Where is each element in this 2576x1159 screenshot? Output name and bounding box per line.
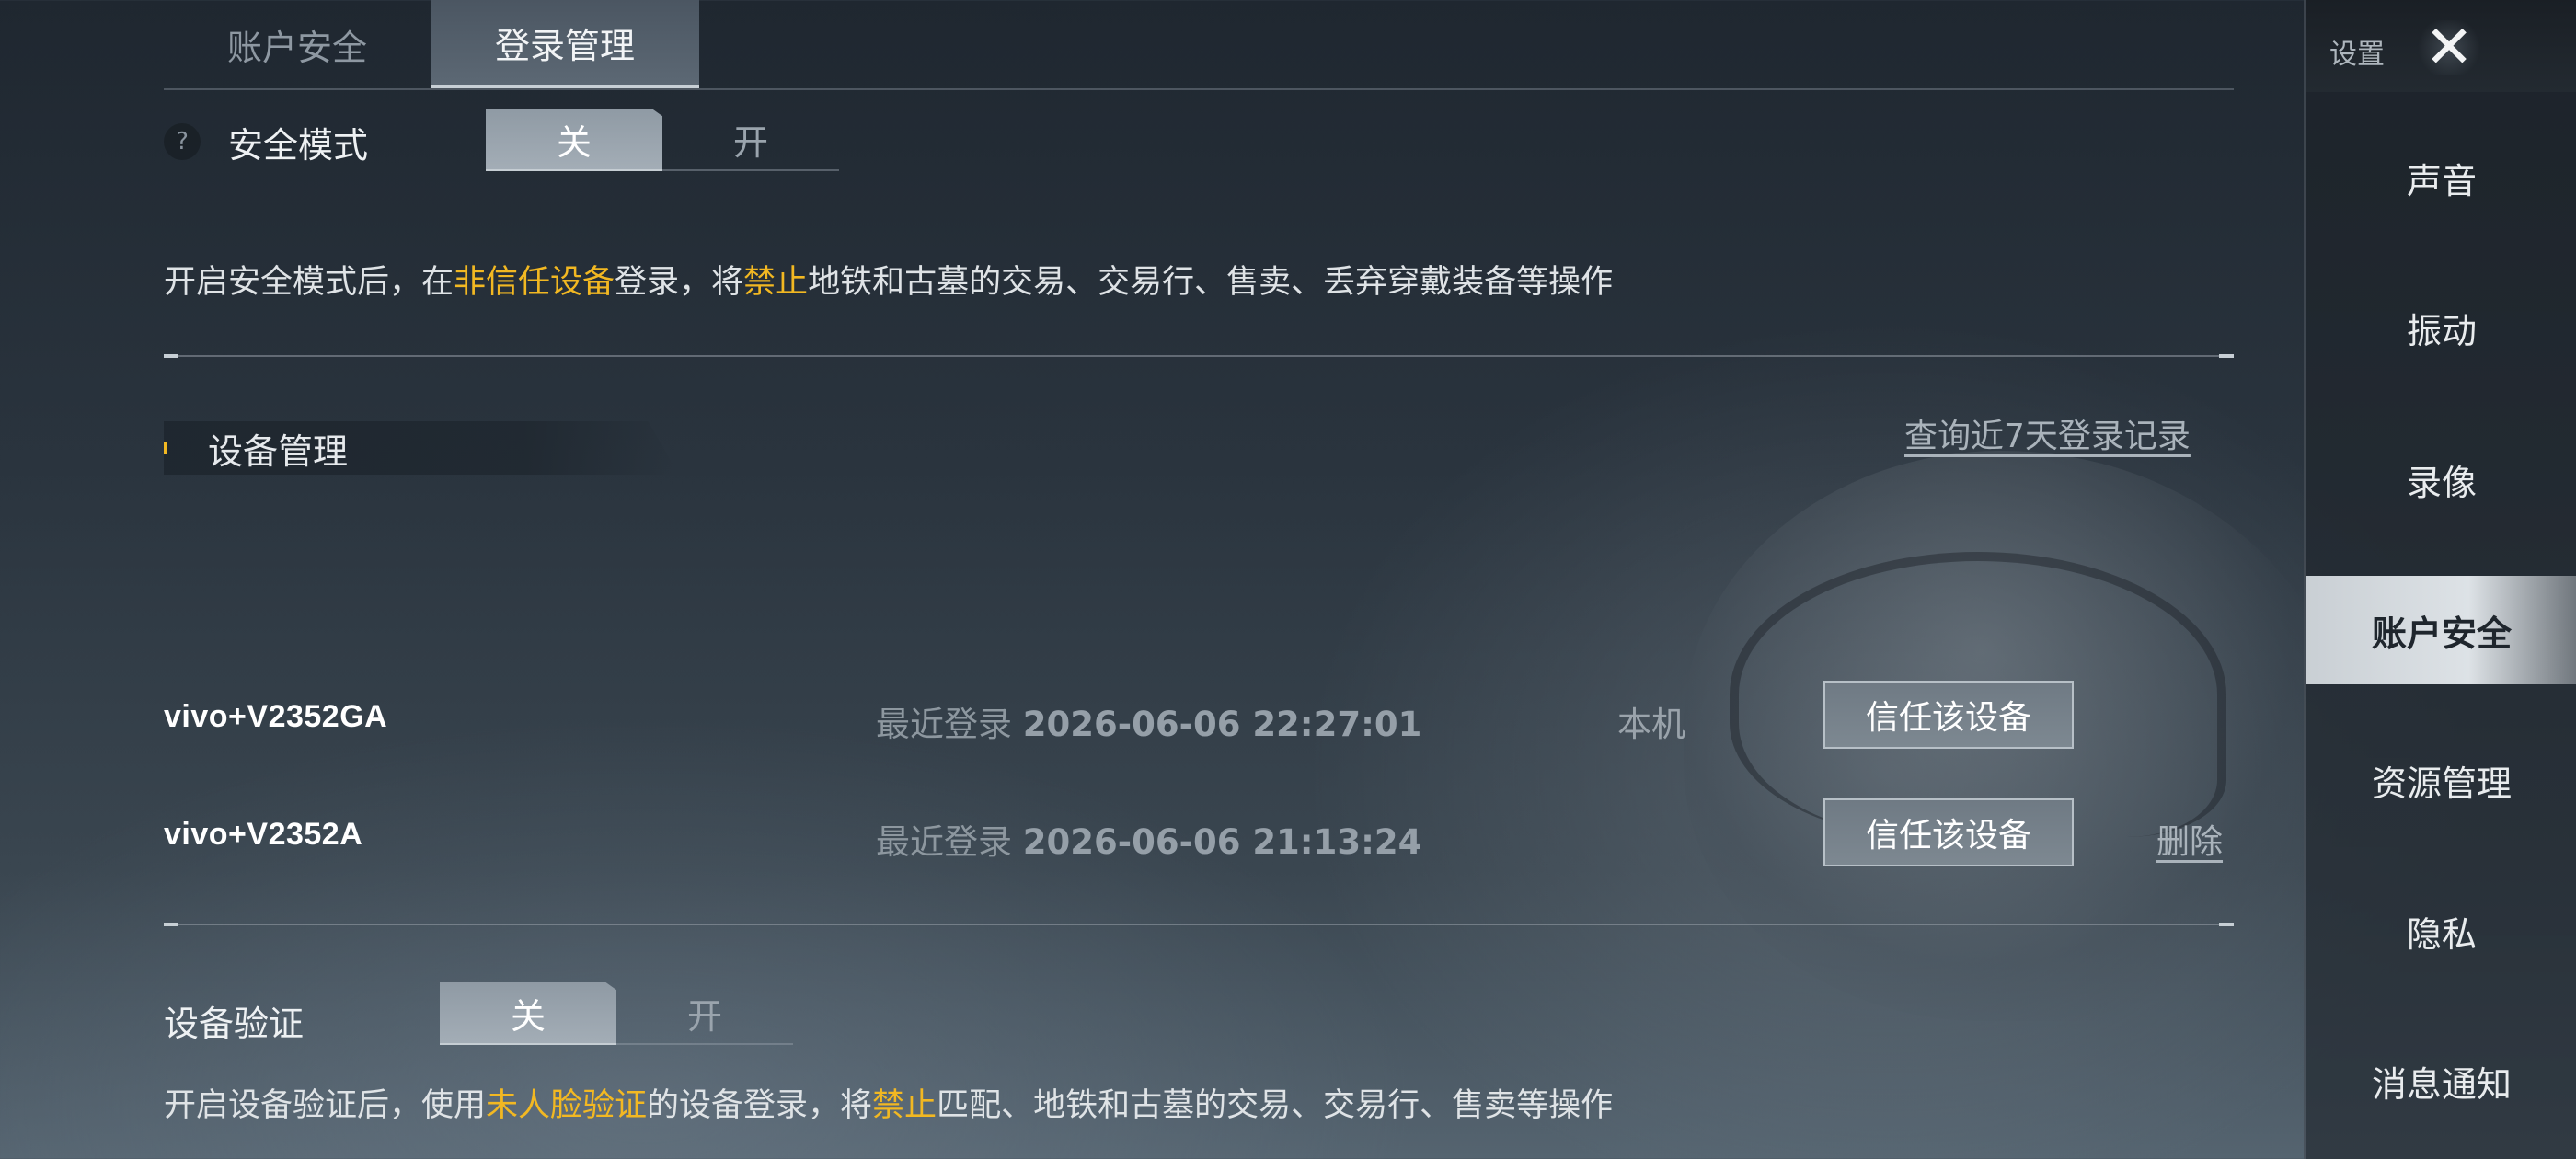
- device-verify-off-option[interactable]: 关: [440, 982, 616, 1045]
- device-verify-toggle: 关 开: [440, 982, 793, 1045]
- last-login-label: 最近登录: [876, 705, 1012, 744]
- device-name: vivo+V2352GA: [164, 699, 388, 734]
- device-verify-on-option[interactable]: 开: [616, 982, 793, 1045]
- help-icon[interactable]: ?: [164, 123, 201, 160]
- tab-login-management[interactable]: 登录管理: [431, 0, 699, 88]
- desc-text: 地铁和古墓的交易、交易行、售卖、丢弃穿戴装备等操作: [808, 264, 1614, 301]
- device-verify-label: 设备验证: [164, 1004, 305, 1044]
- desc-text: 登录，将: [615, 264, 744, 301]
- safe-mode-toggle: 关 开: [486, 109, 839, 171]
- desc-text: 匹配、地铁和古墓的交易、交易行、售卖等操作: [937, 1087, 1614, 1124]
- device-last-login: 最近登录 2026-06-06 21:13:24: [876, 814, 1421, 864]
- section-divider: [164, 923, 2234, 926]
- trust-device-button[interactable]: 信任该设备: [1823, 681, 2074, 749]
- section-marker: [164, 442, 167, 454]
- sidebar-item-resource-management[interactable]: 资源管理: [2306, 726, 2576, 834]
- safe-mode-row: ? 安全模式: [164, 109, 368, 175]
- sidebar-header: 设置 ✕: [2306, 0, 2576, 92]
- device-management-header: 设备管理: [164, 421, 679, 475]
- device-last-login: 最近登录 2026-06-06 22:27:01: [876, 696, 1421, 746]
- desc-highlight: 禁止: [743, 264, 809, 301]
- tab-account-security[interactable]: 账户安全: [164, 0, 431, 88]
- safe-mode-on-option[interactable]: 开: [662, 109, 839, 171]
- section-divider: [164, 354, 2234, 358]
- sidebar-item-notifications[interactable]: 消息通知: [2306, 1027, 2576, 1135]
- sidebar-item-account-security[interactable]: 账户安全: [2306, 576, 2576, 684]
- top-tabs: 账户安全 登录管理: [164, 0, 699, 88]
- sidebar-item-sound[interactable]: 声音: [2306, 123, 2576, 232]
- last-login-label: 最近登录: [876, 822, 1012, 862]
- desc-highlight: 禁止: [872, 1087, 937, 1124]
- settings-title: 设置: [2329, 39, 2385, 71]
- device-name: vivo+V2352A: [164, 817, 363, 852]
- device-management-title: 设备管理: [208, 430, 349, 472]
- device-verify-description: 开启设备验证后，使用未人脸验证的设备登录，将禁止匹配、地铁和古墓的交易、交易行、…: [164, 1079, 1613, 1126]
- desc-highlight: 非信任设备: [454, 264, 615, 301]
- desc-text: 开启安全模式后，在: [164, 264, 454, 301]
- settings-sidebar: 设置 ✕ 声音 振动 录像 账户安全 资源管理 隐私 消息通知: [2304, 0, 2576, 1159]
- this-device-tag: 本机: [1617, 705, 1685, 744]
- sidebar-item-recording[interactable]: 录像: [2306, 425, 2576, 534]
- desc-text: 的设备登录，将: [647, 1087, 873, 1124]
- safe-mode-label: 安全模式: [228, 124, 369, 166]
- desc-text: 开启设备验证后，使用: [164, 1087, 487, 1124]
- desc-highlight: 未人脸验证: [486, 1087, 648, 1124]
- sidebar-item-vibration[interactable]: 振动: [2306, 273, 2576, 382]
- last-login-time: 2026-06-06 21:13:24: [1022, 822, 1422, 862]
- tabs-divider: [164, 88, 2234, 90]
- sidebar-item-privacy[interactable]: 隐私: [2306, 877, 2576, 985]
- safe-mode-description: 开启安全模式后，在非信任设备登录，将禁止地铁和古墓的交易、交易行、售卖、丢弃穿戴…: [164, 256, 1613, 303]
- close-icon[interactable]: ✕: [2414, 18, 2484, 77]
- safe-mode-off-option[interactable]: 关: [486, 109, 662, 171]
- trust-device-button[interactable]: 信任该设备: [1823, 798, 2074, 866]
- delete-device-link[interactable]: 删除: [2156, 815, 2223, 863]
- last-login-time: 2026-06-06 22:27:01: [1022, 705, 1422, 744]
- login-history-link[interactable]: 查询近7天登录记录: [1904, 409, 2191, 457]
